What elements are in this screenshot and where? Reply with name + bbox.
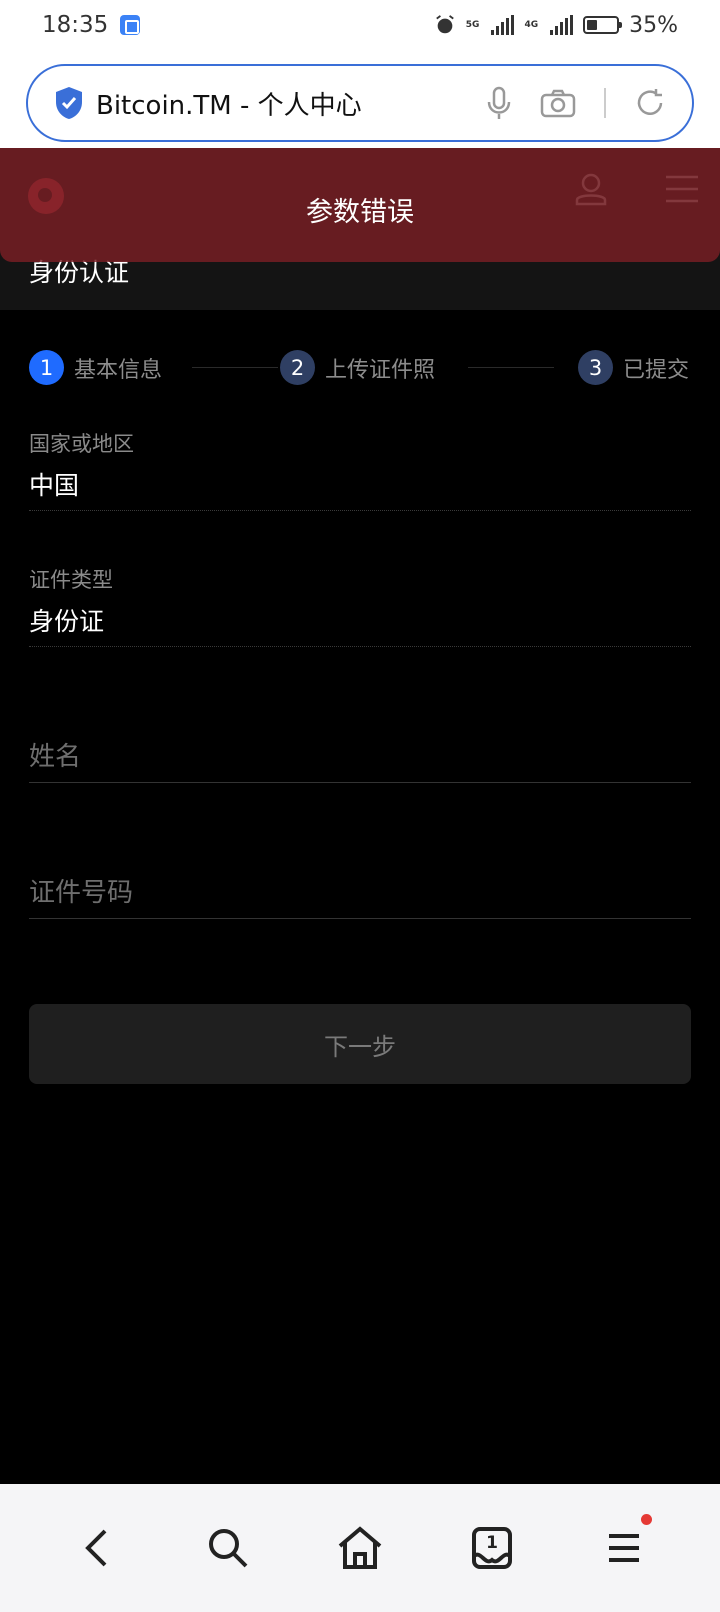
microphone-icon[interactable] [486,86,512,120]
step-2-label: 上传证件照 [325,357,436,383]
alarm-icon [435,15,454,34]
document-type-value[interactable]: 身份证 [29,602,691,638]
country-select[interactable]: 国家或地区 中国 [29,428,691,502]
nav-back[interactable] [66,1518,126,1578]
nav-home[interactable] [330,1518,390,1578]
network-5g-label: 5G [465,20,480,30]
search-icon[interactable] [207,1527,249,1569]
battery-percent: 35% [629,12,678,38]
signal-4g-icon [550,15,574,35]
status-bar: 18:35 5G 4G 35% [0,0,720,50]
url-title[interactable]: Bitcoin.TM - 个人中心 [96,85,486,122]
country-value[interactable]: 中国 [29,466,691,502]
camera-icon[interactable] [540,88,576,118]
country-divider [29,510,691,511]
menu-icon[interactable] [607,1532,641,1564]
nav-menu[interactable] [594,1514,654,1578]
progress-steps: 1 基本信息 2 上传证件照 3 已提交 [29,350,691,386]
toolbar-divider [604,88,606,118]
notification-dot [641,1514,652,1525]
address-bar[interactable]: Bitcoin.TM - 个人中心 [26,64,694,142]
id-number-input[interactable] [29,869,691,917]
document-type-select[interactable]: 证件类型 身份证 [29,564,691,638]
clock: 18:35 [42,12,109,38]
browser-toolbar: Bitcoin.TM - 个人中心 [0,50,720,148]
step-1-label: 基本信息 [74,357,163,383]
error-toast: 参数错误 [0,148,720,262]
battery-icon [583,16,623,34]
step-basic-info: 1 基本信息 [29,350,162,385]
step-connector-2 [468,367,554,368]
step-3-label: 已提交 [623,357,690,383]
step-2-badge: 2 [280,350,315,385]
step-submitted: 3 已提交 [578,350,689,385]
nav-tabs[interactable]: 1 [462,1518,522,1578]
error-toast-message: 参数错误 [306,196,414,228]
step-1-badge: 1 [29,350,64,385]
step-connector-1 [192,367,278,368]
document-type-label: 证件类型 [29,568,113,592]
network-4g-label: 4G [524,20,539,30]
shield-icon [56,87,82,119]
signal-5g-icon [491,15,515,35]
notification-icon [120,15,141,35]
next-step-button[interactable]: 下一步 [29,1004,691,1084]
step-upload-id: 2 上传证件照 [280,350,435,385]
country-label: 国家或地区 [29,432,134,456]
refresh-icon[interactable] [634,87,666,119]
step-3-badge: 3 [578,350,613,385]
name-field[interactable] [29,733,691,783]
tabs-count: 1 [486,1533,498,1553]
page-title-bar: 身份认证 [0,256,720,310]
back-icon[interactable] [83,1528,109,1568]
home-icon[interactable] [337,1526,383,1570]
browser-bottom-nav: 1 [0,1484,720,1612]
name-input[interactable] [29,733,691,781]
document-type-divider [29,646,691,647]
tabs-icon[interactable]: 1 [471,1526,513,1570]
id-number-field[interactable] [29,869,691,919]
nav-search[interactable] [198,1518,258,1578]
